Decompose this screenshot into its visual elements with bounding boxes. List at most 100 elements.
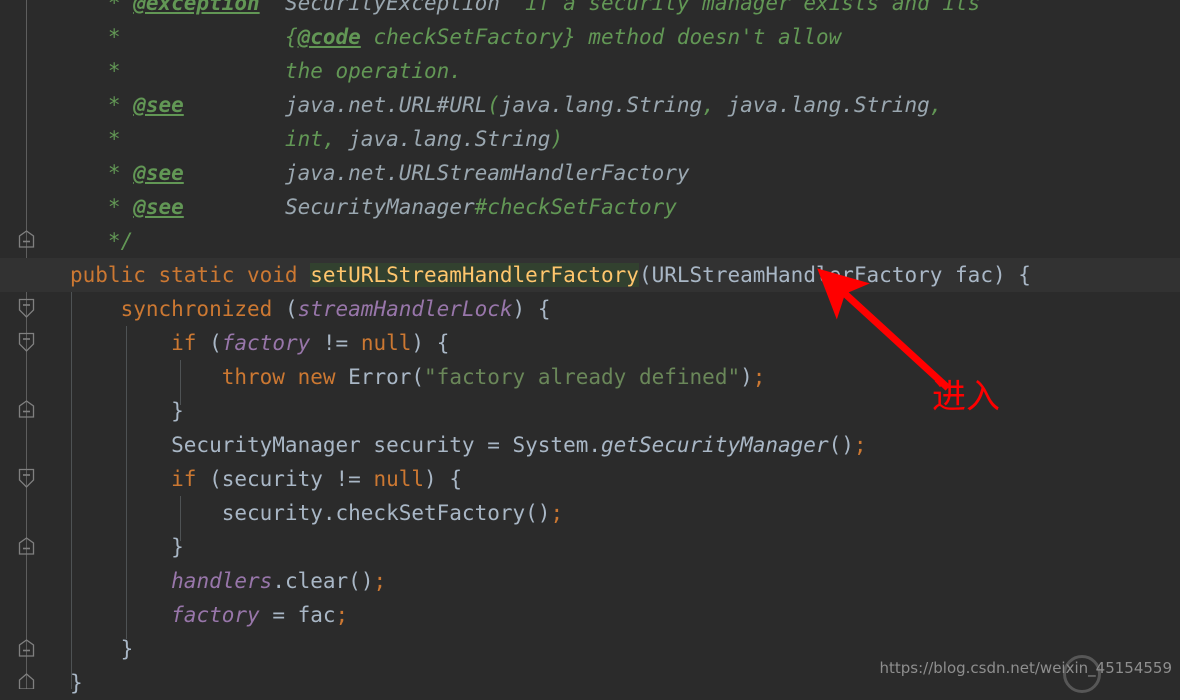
code-line-text: if (factory != null) {: [0, 326, 449, 360]
code-line[interactable]: handlers.clear();: [0, 564, 1180, 598]
code-token: * int,: [70, 127, 349, 151]
code-line[interactable]: * {@code checkSetFactory} method doesn't…: [0, 20, 1180, 54]
code-token: if: [171, 467, 197, 491]
code-line[interactable]: if (factory != null) {: [0, 326, 1180, 360]
code-line[interactable]: SecurityManager security = System.getSec…: [0, 428, 1180, 462]
code-token: checkSetFactory} method doesn't allow: [360, 25, 842, 49]
code-line[interactable]: security.checkSetFactory();: [0, 496, 1180, 530]
code-token: handlers: [171, 569, 273, 593]
code-token: public static void: [70, 263, 311, 287]
code-token: if: [171, 331, 197, 355]
code-line-text: SecurityManager security = System.getSec…: [0, 428, 867, 462]
code-line[interactable]: * int, java.lang.String): [0, 122, 1180, 156]
code-line[interactable]: }: [0, 530, 1180, 564]
code-token: SecurityException: [284, 0, 500, 15]
code-line-text: }: [0, 666, 83, 700]
code-token: @see: [133, 195, 184, 219]
code-line[interactable]: }: [0, 394, 1180, 428]
code-line[interactable]: public static void setURLStreamHandlerFa…: [0, 258, 1180, 292]
code-token: java.lang.String: [499, 93, 703, 117]
code-line-text: factory = fac;: [0, 598, 348, 632]
code-token: ,: [929, 93, 943, 117]
code-token: @exception: [133, 0, 260, 15]
code-line[interactable]: }: [0, 666, 1180, 700]
code-token: factory: [221, 331, 311, 355]
code-line-text: }: [0, 632, 134, 666]
code-line[interactable]: synchronized (streamHandlerLock) {: [0, 292, 1180, 326]
code-token: ;: [373, 569, 387, 593]
code-token: java.net.URLStreamHandlerFactory: [284, 161, 690, 185]
code-token: ): [740, 365, 753, 389]
code-token: ;: [752, 365, 766, 389]
code-token: *: [70, 0, 134, 15]
code-token: *: [70, 25, 285, 49]
code-token: null: [373, 467, 425, 491]
code-line-text: synchronized (streamHandlerLock) {: [0, 292, 551, 326]
code-token: synchronized: [120, 297, 273, 321]
code-line[interactable]: * the operation.: [0, 54, 1180, 88]
code-token: factory: [171, 603, 260, 627]
code-token: if a security manager exists and its: [499, 0, 981, 15]
code-token: ) {: [411, 331, 450, 355]
code-token: @see: [133, 161, 184, 185]
code-token: * the operation.: [70, 59, 462, 83]
code-token: #checkSetFactory: [474, 195, 677, 219]
code-token: java.net.URL#URL: [284, 93, 488, 117]
code-token: (: [196, 331, 222, 355]
code-token: Error: [348, 365, 412, 389]
code-token: }: [70, 637, 134, 661]
code-token: }: [70, 671, 83, 695]
code-line[interactable]: */: [0, 224, 1180, 258]
code-token: = fac: [259, 603, 336, 627]
code-token: (: [411, 365, 425, 389]
code-line[interactable]: * @see java.net.URLStreamHandlerFactory: [0, 156, 1180, 190]
code-line-text: * @see SecurityManager#checkSetFactory: [0, 190, 677, 224]
code-token: java.lang.String: [727, 93, 930, 117]
highlighted-method-name: setURLStreamHandlerFactory: [310, 263, 639, 287]
code-token: ) {: [992, 263, 1031, 287]
code-token: *: [70, 93, 134, 117]
code-token: ,: [702, 93, 728, 117]
code-token: (: [272, 297, 298, 321]
code-token: (: [638, 263, 652, 287]
code-line-text: * @exception SecurityException if a secu…: [0, 0, 980, 20]
code-token: ) {: [512, 297, 551, 321]
code-token: }: [70, 399, 184, 423]
code-token: ): [550, 127, 564, 151]
code-line-text: }: [0, 394, 184, 428]
code-token: ;: [853, 433, 867, 457]
code-line-text: throw new Error("factory already defined…: [0, 360, 766, 394]
code-token: */: [70, 229, 134, 253]
code-token: streamHandlerLock: [297, 297, 513, 321]
code-content[interactable]: * @exception SecurityException if a secu…: [0, 0, 1180, 695]
code-line[interactable]: }: [0, 632, 1180, 666]
code-token: @code: [297, 25, 361, 49]
code-line[interactable]: * @exception SecurityException if a secu…: [0, 0, 1180, 20]
code-line-text: security.checkSetFactory();: [0, 496, 563, 530]
code-line[interactable]: throw new Error("factory already defined…: [0, 360, 1180, 394]
code-line-text: handlers.clear();: [0, 564, 386, 598]
code-token: SecurityManager security = System.: [70, 433, 602, 457]
code-token: .clear(): [272, 569, 374, 593]
code-editor[interactable]: * @exception SecurityException if a secu…: [0, 0, 1180, 695]
code-line-text: public static void setURLStreamHandlerFa…: [0, 258, 1031, 292]
code-line-text: * @see java.net.URLStreamHandlerFactory: [0, 156, 690, 190]
code-token: throw new: [221, 365, 349, 389]
code-line-text: */: [0, 224, 133, 258]
code-line-text: * @see java.net.URL#URL(java.lang.String…: [0, 88, 943, 122]
code-token: "factory already defined": [424, 365, 741, 389]
code-line[interactable]: if (security != null) {: [0, 462, 1180, 496]
code-line[interactable]: * @see SecurityManager#checkSetFactory: [0, 190, 1180, 224]
code-line[interactable]: factory = fac;: [0, 598, 1180, 632]
code-token: }: [70, 535, 184, 559]
code-token: {: [284, 25, 298, 49]
code-token: security.checkSetFactory(): [70, 501, 551, 525]
code-line[interactable]: * @see java.net.URL#URL(java.lang.String…: [0, 88, 1180, 122]
